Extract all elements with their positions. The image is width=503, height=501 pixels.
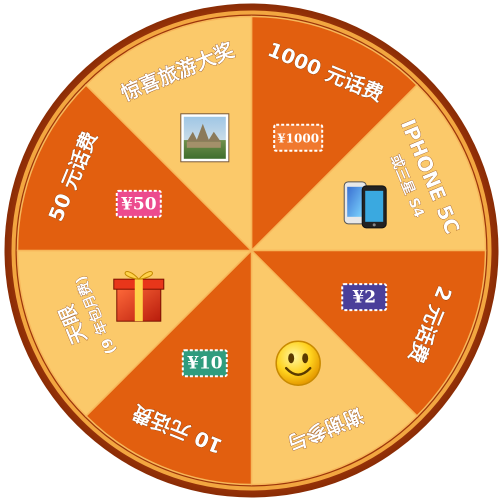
badge-amount: ¥10 — [187, 354, 223, 374]
smiley-face-icon — [275, 340, 321, 386]
badge-amount: ¥50 — [121, 194, 157, 214]
badge-amount: ¥1000 — [277, 131, 319, 145]
phone-credit-badge-icon: ¥50 — [115, 189, 162, 218]
travel-photo-icon — [180, 113, 230, 163]
badge-amount: ¥2 — [352, 288, 376, 308]
phone-credit-badge-icon: ¥10 — [181, 349, 228, 378]
smartphone-icon — [343, 181, 387, 229]
gift-box-icon — [113, 271, 165, 322]
phone-credit-badge-icon: ¥2 — [341, 283, 388, 312]
phone-credit-badge-icon: ¥1000 — [273, 123, 324, 152]
prize-wheel[interactable]: ¥1000¥2¥10¥50 1000 元话费IPHONE 5C或三星 S42 元… — [0, 0, 503, 501]
